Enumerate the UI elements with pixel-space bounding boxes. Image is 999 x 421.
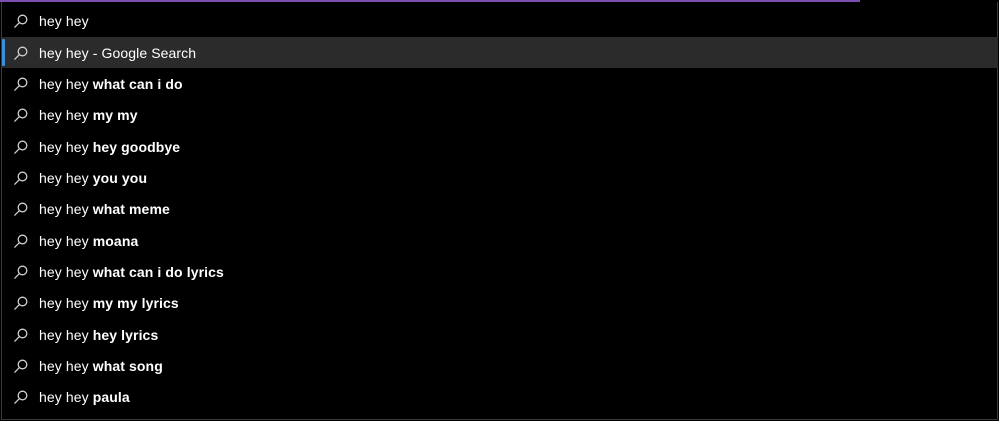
suggestion-item[interactable]: hey hey what song xyxy=(2,351,998,382)
suggestion-item[interactable]: hey hey hey lyrics xyxy=(2,319,998,350)
suggestion-completion: hey goodbye xyxy=(92,138,181,155)
search-icon xyxy=(12,75,30,93)
suggestion-completion: - Google Search xyxy=(88,44,197,61)
suggestion-item[interactable]: hey hey what can i do lyrics xyxy=(2,257,998,288)
suggestion-text: hey hey my my xyxy=(39,107,138,123)
suggestion-completion: what can i do xyxy=(92,75,183,92)
suggestion-item[interactable]: hey hey - Google Search xyxy=(2,37,998,68)
search-icon xyxy=(12,169,30,187)
suggestion-prefix: hey hey xyxy=(39,232,93,249)
search-icon xyxy=(12,106,30,124)
suggestion-completion: what song xyxy=(92,358,163,374)
suggestion-prefix: hey hey xyxy=(39,44,89,61)
suggestion-prefix: hey hey xyxy=(39,264,93,280)
suggestion-item[interactable]: hey hey my my lyrics xyxy=(2,288,998,319)
search-query-text: hey hey xyxy=(39,12,89,29)
suggestion-completion: what meme xyxy=(92,201,170,218)
search-query-row[interactable]: hey hey xyxy=(2,5,998,36)
suggestion-prefix: hey hey xyxy=(39,201,93,218)
search-icon xyxy=(12,294,30,312)
suggestion-completion: my my lyrics xyxy=(92,295,179,312)
suggestion-prefix: hey hey xyxy=(39,358,93,374)
search-icon xyxy=(12,232,30,250)
suggestion-completion: hey lyrics xyxy=(92,326,159,343)
suggestion-text: hey hey what can i do xyxy=(39,76,183,92)
suggestion-text: hey hey moana xyxy=(39,233,138,249)
suggestion-prefix: hey hey xyxy=(39,295,93,312)
search-icon xyxy=(12,357,30,375)
suggestion-text: hey hey what song xyxy=(39,358,163,374)
suggestion-prefix: hey hey xyxy=(39,107,93,124)
suggestion-completion: my my xyxy=(92,107,138,124)
search-icon xyxy=(12,326,30,344)
suggestion-item[interactable]: hey hey you you xyxy=(2,162,998,193)
suggestion-item[interactable]: hey hey my my xyxy=(2,100,998,131)
suggestion-item[interactable]: hey hey what meme xyxy=(2,194,998,225)
address-bar-dropdown: hey hey hey hey - Google Search hey hey w… xyxy=(1,2,998,420)
suggestion-text: hey hey what can i do lyrics xyxy=(39,264,224,280)
search-icon xyxy=(12,388,30,406)
suggestion-prefix: hey hey xyxy=(39,169,93,186)
suggestion-item[interactable]: hey hey what can i do xyxy=(2,68,998,99)
suggestion-prefix: hey hey xyxy=(39,75,93,92)
suggestion-text: hey hey - Google Search xyxy=(39,45,196,61)
search-icon xyxy=(12,12,30,30)
suggestion-item[interactable]: hey hey hey goodbye xyxy=(2,131,998,162)
suggestion-completion: paula xyxy=(92,389,130,406)
suggestion-completion: moana xyxy=(92,232,139,249)
suggestion-text: hey hey hey lyrics xyxy=(39,327,158,343)
suggestion-prefix: hey hey xyxy=(39,389,93,406)
suggestion-prefix: hey hey xyxy=(39,138,93,155)
suggestion-text: hey hey what meme xyxy=(39,201,170,217)
suggestion-item[interactable]: hey hey moana xyxy=(2,225,998,256)
suggestion-item[interactable]: hey hey paula xyxy=(2,382,998,413)
search-icon xyxy=(12,200,30,218)
suggestion-text: hey hey hey goodbye xyxy=(39,139,180,155)
suggestion-completion: you you xyxy=(92,169,148,186)
suggestion-text: hey hey paula xyxy=(39,389,130,405)
suggestion-prefix: hey hey xyxy=(39,326,93,343)
suggestion-text: hey hey my my lyrics xyxy=(39,295,179,311)
search-icon xyxy=(12,138,30,156)
suggestion-completion: what can i do lyrics xyxy=(92,264,224,280)
search-icon xyxy=(12,44,30,62)
suggestion-text: hey hey you you xyxy=(39,170,147,186)
search-icon xyxy=(12,263,30,281)
